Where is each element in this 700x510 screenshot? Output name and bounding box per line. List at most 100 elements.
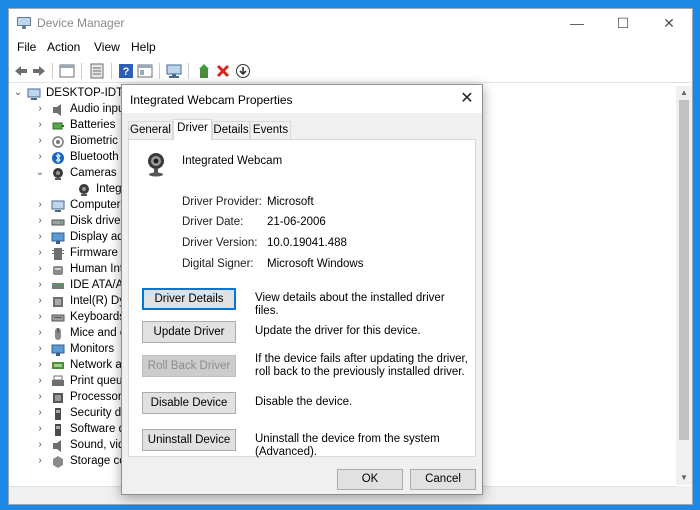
properties-view-icon[interactable] — [59, 63, 75, 79]
driver-tab-panel: Integrated Webcam Driver Provider: Micro… — [128, 139, 476, 458]
menu-action[interactable]: Action — [47, 40, 80, 54]
properties-dialog: Integrated Webcam Properties ✕ General D… — [121, 84, 483, 495]
device-list-icon[interactable] — [89, 63, 105, 79]
tree-item-label: Computer — [70, 199, 121, 211]
processor-icon — [53, 393, 63, 403]
chevron-right-icon[interactable]: › — [35, 151, 45, 162]
menu-help[interactable]: Help — [131, 40, 156, 54]
uninstall-device-button[interactable]: Uninstall Device — [142, 429, 236, 451]
chip-icon — [53, 297, 63, 307]
audio-icon — [53, 104, 61, 116]
roll-back-driver-desc: If the device fails after updating the d… — [255, 353, 468, 378]
tree-item-label: Print queue — [70, 375, 129, 387]
scan-hardware-icon[interactable] — [166, 63, 182, 79]
webcam-icon — [148, 153, 164, 177]
toolbar: ? — [9, 59, 692, 83]
tree-item-label: Processors — [70, 391, 128, 403]
tree-item-label: Keyboards — [70, 311, 125, 323]
driver-version-value: 10.0.19041.488 — [267, 237, 347, 249]
webcam-icon — [79, 184, 89, 196]
chevron-right-icon[interactable]: › — [35, 391, 45, 402]
tree-item-label: Firmware — [70, 247, 118, 259]
vertical-scrollbar[interactable]: ▲ ▼ — [676, 86, 692, 485]
toolbar-separator — [188, 63, 189, 79]
tree-item-label: Cameras — [70, 167, 117, 179]
menu-bar: File Action View Help — [9, 38, 692, 58]
driver-date-label: Driver Date: — [182, 216, 244, 228]
chevron-right-icon[interactable]: › — [35, 439, 45, 450]
printer-icon — [52, 375, 64, 386]
help-icon[interactable]: ? — [118, 63, 134, 79]
chevron-right-icon[interactable]: › — [35, 231, 45, 242]
toolbar-separator — [52, 63, 53, 79]
cancel-button[interactable]: Cancel — [410, 469, 476, 490]
chevron-right-icon[interactable]: › — [35, 135, 45, 146]
chevron-right-icon[interactable]: › — [35, 119, 45, 130]
chevron-right-icon[interactable]: › — [35, 375, 45, 386]
chevron-right-icon[interactable]: › — [35, 263, 45, 274]
network-icon — [52, 362, 64, 369]
download-circle-icon[interactable] — [235, 63, 251, 79]
app-title: Device Manager — [37, 16, 125, 30]
chevron-right-icon[interactable]: › — [35, 359, 45, 370]
tab-details[interactable]: Details — [212, 121, 250, 139]
chevron-right-icon[interactable]: › — [35, 407, 45, 418]
dialog-title-bar: Integrated Webcam Properties ✕ — [122, 85, 482, 113]
software-icon — [55, 424, 61, 436]
driver-details-desc: View details about the installed driver … — [255, 292, 445, 317]
svg-text:?: ? — [123, 66, 130, 78]
tree-item-label: Monitors — [70, 343, 115, 355]
ok-button[interactable]: OK — [337, 469, 403, 490]
toolbar-separator — [111, 63, 112, 79]
driver-details-button[interactable]: Driver Details — [142, 288, 236, 310]
update-driver-icon[interactable] — [196, 63, 212, 79]
minimize-button[interactable]: — — [554, 9, 600, 38]
roll-back-driver-button[interactable]: Roll Back Driver — [142, 355, 236, 377]
display-icon — [51, 232, 65, 244]
uninstall-x-icon[interactable] — [215, 63, 231, 79]
chevron-right-icon[interactable]: › — [35, 215, 45, 226]
chevron-right-icon[interactable]: › — [35, 199, 45, 210]
chevron-down-icon[interactable]: ⌄ — [35, 167, 45, 178]
menu-file[interactable]: File — [17, 40, 36, 54]
chevron-right-icon[interactable]: › — [35, 327, 45, 338]
close-button[interactable]: ✕ — [646, 9, 692, 38]
disable-device-button[interactable]: Disable Device — [142, 392, 236, 414]
maximize-button[interactable]: ☐ — [600, 9, 646, 38]
computer-icon — [27, 88, 41, 100]
scroll-down-icon[interactable]: ▼ — [676, 471, 692, 485]
chevron-right-icon[interactable]: › — [35, 423, 45, 434]
menu-view[interactable]: View — [94, 40, 120, 54]
mouse-icon — [55, 328, 61, 340]
bluetooth-icon — [52, 152, 64, 164]
storage-icon — [53, 456, 63, 468]
chevron-down-icon[interactable]: ⌄ — [13, 87, 23, 98]
driver-provider-label: Driver Provider: — [182, 196, 262, 208]
chevron-right-icon[interactable]: › — [35, 103, 45, 114]
dialog-close-button[interactable]: ✕ — [456, 88, 478, 110]
tab-events[interactable]: Events — [250, 121, 291, 139]
scroll-up-icon[interactable]: ▲ — [676, 86, 692, 100]
driver-version-label: Driver Version: — [182, 237, 258, 249]
tab-driver[interactable]: Driver — [173, 119, 212, 140]
resources-icon[interactable] — [137, 63, 153, 79]
monitor-icon — [51, 344, 65, 356]
scroll-thumb[interactable] — [679, 100, 689, 440]
device-manager-icon — [17, 17, 31, 29]
forward-arrow-icon[interactable] — [31, 63, 47, 79]
tree-item-label: Audio input — [70, 103, 128, 115]
tab-general[interactable]: General — [128, 121, 173, 139]
digital-signer-label: Digital Signer: — [182, 258, 254, 270]
tree-item-label: Batteries — [70, 119, 116, 131]
chevron-right-icon[interactable]: › — [35, 455, 45, 466]
back-arrow-icon[interactable] — [13, 63, 29, 79]
chevron-right-icon[interactable]: › — [35, 247, 45, 258]
update-driver-button[interactable]: Update Driver — [142, 321, 236, 343]
chevron-right-icon[interactable]: › — [35, 279, 45, 290]
chevron-right-icon[interactable]: › — [35, 343, 45, 354]
camera-icon — [53, 168, 63, 180]
sound-icon — [53, 440, 61, 452]
chevron-right-icon[interactable]: › — [35, 311, 45, 322]
chevron-right-icon[interactable]: › — [35, 295, 45, 306]
toolbar-separator — [159, 63, 160, 79]
